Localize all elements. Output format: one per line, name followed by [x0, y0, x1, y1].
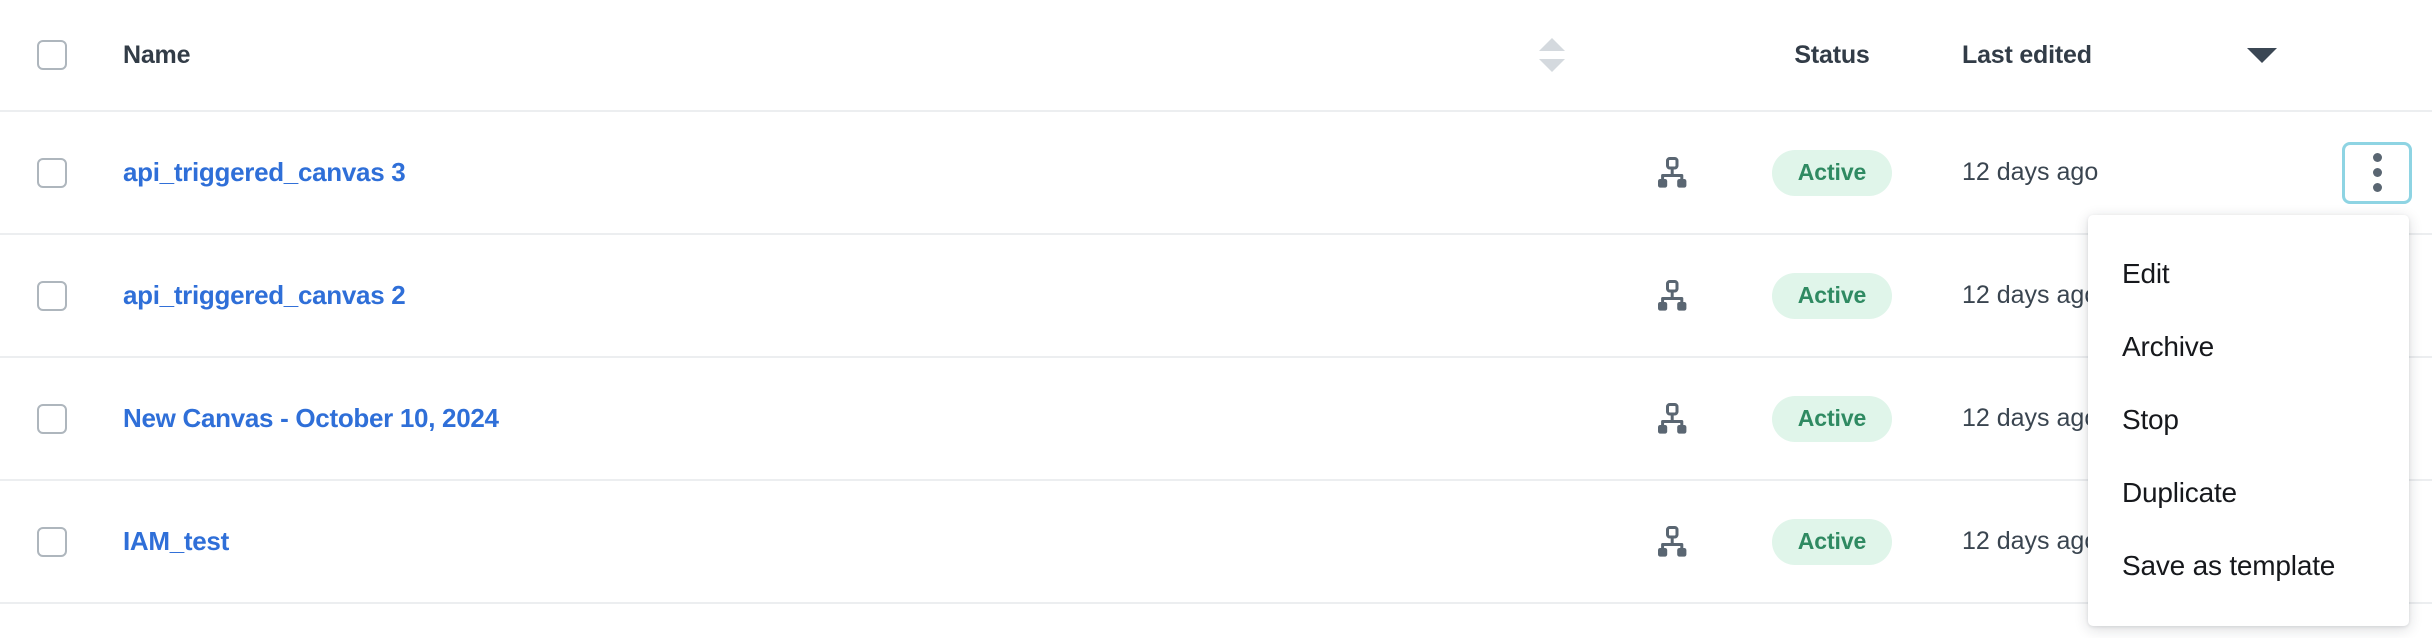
row-actions-cell	[2322, 141, 2432, 204]
canvas-name-link[interactable]: New Canvas - October 10, 2024	[123, 403, 499, 434]
row-type-cell	[1612, 402, 1732, 436]
canvas-name-link[interactable]: api_triggered_canvas 2	[123, 280, 406, 311]
header-name-cell: Name	[78, 41, 1492, 70]
row-name-cell: New Canvas - October 10, 2024	[78, 403, 1492, 434]
column-header-last-edited: Last edited	[1962, 40, 2092, 69]
row-checkbox[interactable]	[37, 526, 67, 557]
canvas-list-table: Name Status Last edited api_triggered_ca…	[0, 0, 2432, 638]
header-last-edited-sort-cell[interactable]	[2202, 47, 2322, 63]
hierarchy-icon	[1658, 402, 1687, 434]
row-status-cell: Active	[1732, 518, 1932, 565]
row-select-cell	[0, 157, 78, 188]
row-status-cell: Active	[1732, 149, 1932, 196]
row-name-cell: IAM_test	[78, 526, 1492, 557]
row-checkbox[interactable]	[37, 157, 67, 188]
hierarchy-icon	[1658, 156, 1687, 188]
column-header-name: Name	[123, 40, 191, 69]
row-last-edited-cell: 12 days ago	[1932, 158, 2202, 187]
header-last-edited-cell: Last edited	[1932, 41, 2202, 70]
menu-item-stop[interactable]: Stop	[2088, 383, 2409, 456]
canvas-name-link[interactable]: IAM_test	[123, 526, 229, 557]
table-row: api_triggered_canvas 2 Active 12 days ag…	[0, 235, 2432, 358]
row-checkbox[interactable]	[37, 403, 67, 434]
row-status-cell: Active	[1732, 272, 1932, 319]
menu-item-save-as-template[interactable]: Save as template	[2088, 529, 2409, 602]
kebab-dot	[2372, 168, 2382, 177]
last-edited-value: 12 days ago	[1962, 158, 2099, 186]
header-sort-cell[interactable]	[1492, 38, 1612, 72]
menu-item-archive[interactable]: Archive	[2088, 310, 2409, 383]
table-row: New Canvas - October 10, 2024 Active 12 …	[0, 358, 2432, 481]
header-select-all-cell	[0, 40, 78, 70]
sort-ascending-triangle	[1539, 38, 1565, 51]
row-context-menu: Edit Archive Stop Duplicate Save as temp…	[2088, 215, 2409, 626]
menu-item-duplicate[interactable]: Duplicate	[2088, 456, 2409, 529]
row-select-cell	[0, 403, 78, 434]
row-type-cell	[1612, 279, 1732, 313]
last-edited-value: 12 days ago	[1962, 404, 2099, 432]
last-edited-value: 12 days ago	[1962, 281, 2099, 309]
row-type-cell	[1612, 525, 1732, 559]
table-row: api_triggered_canvas 3 Active 12 days ag…	[0, 112, 2432, 235]
canvas-name-link[interactable]: api_triggered_canvas 3	[123, 157, 406, 188]
hierarchy-icon	[1658, 279, 1687, 311]
sort-updown-icon[interactable]	[1539, 38, 1565, 72]
table-row: IAM_test Active 12 days ago	[0, 481, 2432, 604]
row-status-cell: Active	[1732, 395, 1932, 442]
row-name-cell: api_triggered_canvas 2	[78, 280, 1492, 311]
row-select-cell	[0, 526, 78, 557]
kebab-dot	[2372, 183, 2382, 192]
last-edited-value: 12 days ago	[1962, 527, 2099, 555]
status-badge: Active	[1771, 149, 1893, 196]
status-badge: Active	[1771, 272, 1893, 319]
row-select-cell	[0, 280, 78, 311]
kebab-menu-button[interactable]	[2342, 141, 2412, 204]
menu-item-edit[interactable]: Edit	[2088, 237, 2409, 310]
table-header-row: Name Status Last edited	[0, 0, 2432, 112]
header-status-cell: Status	[1732, 41, 1932, 70]
status-badge: Active	[1771, 395, 1893, 442]
sort-descending-triangle	[1539, 59, 1565, 72]
kebab-dot	[2372, 153, 2382, 162]
select-all-checkbox[interactable]	[37, 40, 67, 70]
status-badge: Active	[1771, 518, 1893, 565]
row-type-cell	[1612, 156, 1732, 190]
caret-down-icon[interactable]	[2247, 47, 2277, 63]
column-header-status: Status	[1794, 40, 1870, 69]
row-checkbox[interactable]	[37, 280, 67, 311]
row-name-cell: api_triggered_canvas 3	[78, 157, 1492, 188]
hierarchy-icon	[1658, 525, 1687, 557]
